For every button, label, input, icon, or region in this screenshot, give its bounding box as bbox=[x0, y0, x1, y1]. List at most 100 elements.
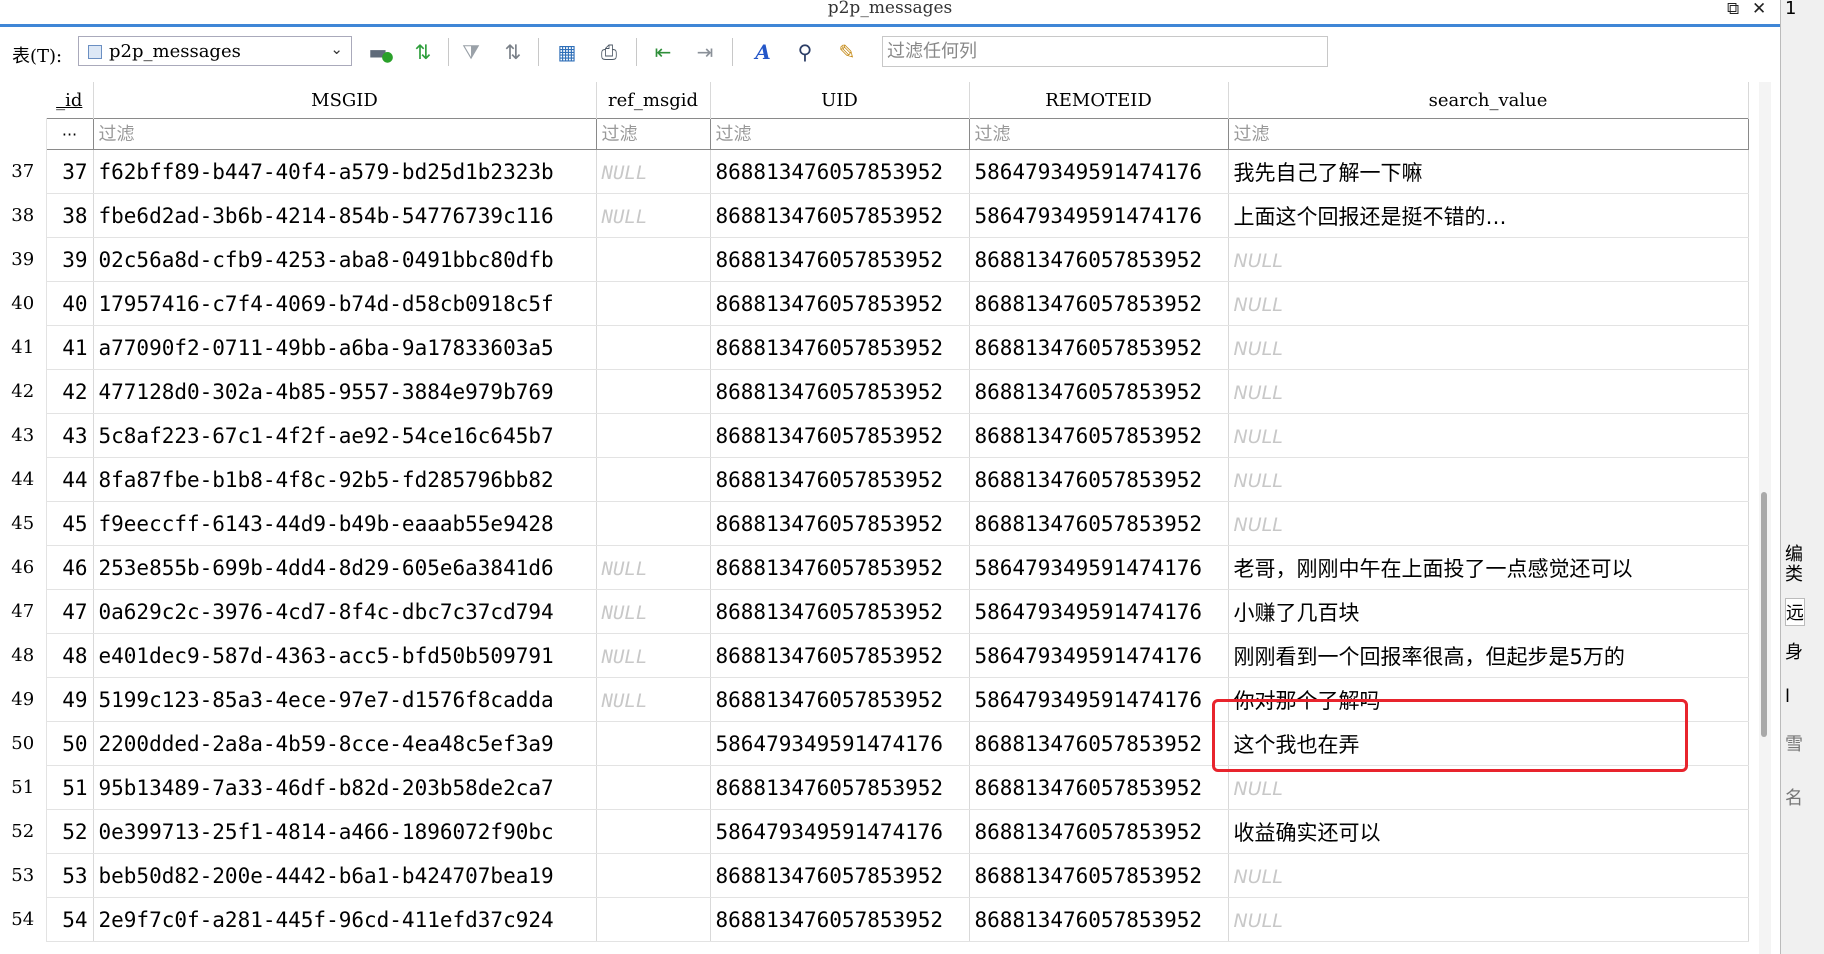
cell-search-value[interactable]: NULL bbox=[1228, 897, 1749, 942]
cell-id[interactable]: 44 bbox=[46, 457, 94, 502]
cell-msgid[interactable]: 17957416-c7f4-4069-b74d-d58cb0918c5f bbox=[93, 281, 597, 326]
filter-options-button[interactable]: ··· bbox=[45, 118, 94, 150]
cell-msgid[interactable]: fbe6d2ad-3b6b-4214-854b-54776739c116 bbox=[93, 193, 597, 238]
cell-remoteid[interactable]: 586479349591474176 bbox=[969, 545, 1229, 590]
cell-search-value[interactable]: NULL bbox=[1228, 853, 1749, 898]
cell-uid[interactable]: 868813476057853952 bbox=[710, 545, 970, 590]
cell-ref-msgid[interactable] bbox=[596, 809, 711, 854]
cell-remoteid[interactable]: 868813476057853952 bbox=[969, 765, 1229, 810]
cell-uid[interactable]: 868813476057853952 bbox=[710, 457, 970, 502]
export-icon[interactable]: ⇥ bbox=[690, 36, 720, 68]
cell-search-value[interactable]: 刚刚看到一个回报率很高，但起步是5万的 bbox=[1228, 633, 1749, 678]
cell-uid[interactable]: 868813476057853952 bbox=[710, 677, 970, 722]
print-icon[interactable]: ⎙ bbox=[594, 36, 624, 68]
column-header-uid[interactable]: UID bbox=[710, 82, 970, 119]
filter-all-columns-input[interactable] bbox=[882, 36, 1328, 67]
cell-ref-msgid[interactable] bbox=[596, 325, 711, 370]
cell-ref-msgid[interactable] bbox=[596, 721, 711, 766]
cell-id[interactable]: 38 bbox=[46, 193, 94, 238]
cell-remoteid[interactable]: 868813476057853952 bbox=[969, 325, 1229, 370]
cell-id[interactable]: 53 bbox=[46, 853, 94, 898]
cell-uid[interactable]: 868813476057853952 bbox=[710, 281, 970, 326]
column-header-ref-msgid[interactable]: ref_msgid bbox=[596, 82, 711, 119]
find-icon[interactable]: ⚲ bbox=[790, 36, 820, 68]
sort-icon[interactable]: ⇅ bbox=[498, 36, 528, 68]
cell-msgid[interactable]: 2e9f7c0f-a281-445f-96cd-411efd37c924 bbox=[93, 897, 597, 942]
cell-id[interactable]: 45 bbox=[46, 501, 94, 546]
table-row[interactable]: 43 43 5c8af223-67c1-4f2f-ae92-54ce16c645b7… bbox=[0, 413, 1749, 458]
cell-search-value[interactable]: 你对那个了解吗 bbox=[1228, 677, 1749, 722]
table-row[interactable]: 49 49 5199c123-85a3-4ece-97e7-d1576f8cadda… bbox=[0, 677, 1749, 722]
cell-search-value[interactable]: 小赚了几百块 bbox=[1228, 589, 1749, 634]
cell-search-value[interactable]: NULL bbox=[1228, 413, 1749, 458]
cell-ref-msgid[interactable]: NULL bbox=[596, 193, 711, 238]
table-row[interactable]: 37 37 f62bff89-b447-40f4-a579-bd25d1b2323b… bbox=[0, 149, 1749, 194]
cell-id[interactable]: 46 bbox=[46, 545, 94, 590]
cell-uid[interactable]: 868813476057853952 bbox=[710, 237, 970, 282]
cell-msgid[interactable]: 253e855b-699b-4dd4-8d29-605e6a3841d6 bbox=[93, 545, 597, 590]
table-row[interactable]: 53 53 beb50d82-200e-4442-b6a1-b424707bea19… bbox=[0, 853, 1749, 898]
cell-remoteid[interactable]: 868813476057853952 bbox=[969, 237, 1229, 282]
cell-remoteid[interactable]: 868813476057853952 bbox=[969, 501, 1229, 546]
cell-search-value[interactable]: 老哥，刚刚中午在上面投了一点感觉还可以 bbox=[1228, 545, 1749, 590]
filter-search-value-input[interactable] bbox=[1228, 121, 1748, 147]
cell-remoteid[interactable]: 868813476057853952 bbox=[969, 853, 1229, 898]
cell-uid[interactable]: 868813476057853952 bbox=[710, 897, 970, 942]
table-row[interactable]: 52 52 0e399713-25f1-4814-a466-1896072f90bc… bbox=[0, 809, 1749, 854]
cell-ref-msgid[interactable] bbox=[596, 413, 711, 458]
cell-search-value[interactable]: 收益确实还可以 bbox=[1228, 809, 1749, 854]
cell-msgid[interactable]: 0a629c2c-3976-4cd7-8f4c-dbc7c37cd794 bbox=[93, 589, 597, 634]
cell-uid[interactable]: 868813476057853952 bbox=[710, 501, 970, 546]
cell-msgid[interactable]: 5c8af223-67c1-4f2f-ae92-54ce16c645b7 bbox=[93, 413, 597, 458]
cell-id[interactable]: 43 bbox=[46, 413, 94, 458]
cell-msgid[interactable]: 95b13489-7a33-46df-b82d-203b58de2ca7 bbox=[93, 765, 597, 810]
cell-ref-msgid[interactable] bbox=[596, 501, 711, 546]
cell-uid[interactable]: 868813476057853952 bbox=[710, 765, 970, 810]
font-icon[interactable]: A bbox=[748, 36, 778, 68]
table-row[interactable]: 54 54 2e9f7c0f-a281-445f-96cd-411efd37c924… bbox=[0, 897, 1749, 942]
cell-search-value[interactable]: NULL bbox=[1228, 237, 1749, 282]
column-header-remoteid[interactable]: REMOTEID bbox=[969, 82, 1229, 119]
cell-remoteid[interactable]: 868813476057853952 bbox=[969, 281, 1229, 326]
cell-msgid[interactable]: a77090f2-0711-49bb-a6ba-9a17833603a5 bbox=[93, 325, 597, 370]
cell-uid[interactable]: 868813476057853952 bbox=[710, 413, 970, 458]
cell-search-value[interactable]: 我先自己了解一下嘛 bbox=[1228, 149, 1749, 194]
refresh-icon[interactable]: ⇅ bbox=[408, 36, 438, 68]
cell-ref-msgid[interactable] bbox=[596, 853, 711, 898]
cell-msgid[interactable]: 0e399713-25f1-4814-a466-1896072f90bc bbox=[93, 809, 597, 854]
cell-ref-msgid[interactable]: NULL bbox=[596, 545, 711, 590]
cell-remoteid[interactable]: 586479349591474176 bbox=[969, 633, 1229, 678]
restore-icon[interactable]: ⧉ bbox=[1727, 0, 1739, 18]
cell-uid[interactable]: 868813476057853952 bbox=[710, 369, 970, 414]
cell-id[interactable]: 37 bbox=[46, 149, 94, 194]
filter-ref-msgid-input[interactable] bbox=[596, 121, 710, 147]
cell-ref-msgid[interactable] bbox=[596, 281, 711, 326]
table-select[interactable]: p2p_messages ⌄ bbox=[78, 36, 352, 66]
save-icon[interactable]: ▦ bbox=[552, 36, 582, 68]
cell-uid[interactable]: 586479349591474176 bbox=[710, 809, 970, 854]
cell-ref-msgid[interactable] bbox=[596, 237, 711, 282]
cell-id[interactable]: 49 bbox=[46, 677, 94, 722]
cell-msgid[interactable]: f9eeccff-6143-44d9-b49b-eaaab55e9428 bbox=[93, 501, 597, 546]
table-row[interactable]: 46 46 253e855b-699b-4dd4-8d29-605e6a3841d6… bbox=[0, 545, 1749, 590]
add-record-icon[interactable]: ▬ ● bbox=[366, 36, 396, 68]
cell-id[interactable]: 39 bbox=[46, 237, 94, 282]
cell-uid[interactable]: 868813476057853952 bbox=[710, 149, 970, 194]
cell-remoteid[interactable]: 868813476057853952 bbox=[969, 413, 1229, 458]
cell-uid[interactable]: 586479349591474176 bbox=[710, 721, 970, 766]
cell-id[interactable]: 48 bbox=[46, 633, 94, 678]
table-row[interactable]: 45 45 f9eeccff-6143-44d9-b49b-eaaab55e9428… bbox=[0, 501, 1749, 546]
table-row[interactable]: 40 40 17957416-c7f4-4069-b74d-d58cb0918c5f… bbox=[0, 281, 1749, 326]
edit-icon[interactable]: ✎ bbox=[832, 36, 862, 68]
cell-msgid[interactable]: 2200dded-2a8a-4b59-8cce-4ea48c5ef3a9 bbox=[93, 721, 597, 766]
cell-remoteid[interactable]: 868813476057853952 bbox=[969, 809, 1229, 854]
table-row[interactable]: 51 51 95b13489-7a33-46df-b82d-203b58de2ca7… bbox=[0, 765, 1749, 810]
vertical-scrollbar[interactable] bbox=[1759, 82, 1771, 954]
filter-msgid-input[interactable] bbox=[93, 121, 596, 147]
table-row[interactable]: 41 41 a77090f2-0711-49bb-a6ba-9a17833603a5… bbox=[0, 325, 1749, 370]
cell-id[interactable]: 42 bbox=[46, 369, 94, 414]
cell-ref-msgid[interactable]: NULL bbox=[596, 677, 711, 722]
cell-id[interactable]: 54 bbox=[46, 897, 94, 942]
cell-search-value[interactable]: NULL bbox=[1228, 281, 1749, 326]
cell-uid[interactable]: 868813476057853952 bbox=[710, 193, 970, 238]
